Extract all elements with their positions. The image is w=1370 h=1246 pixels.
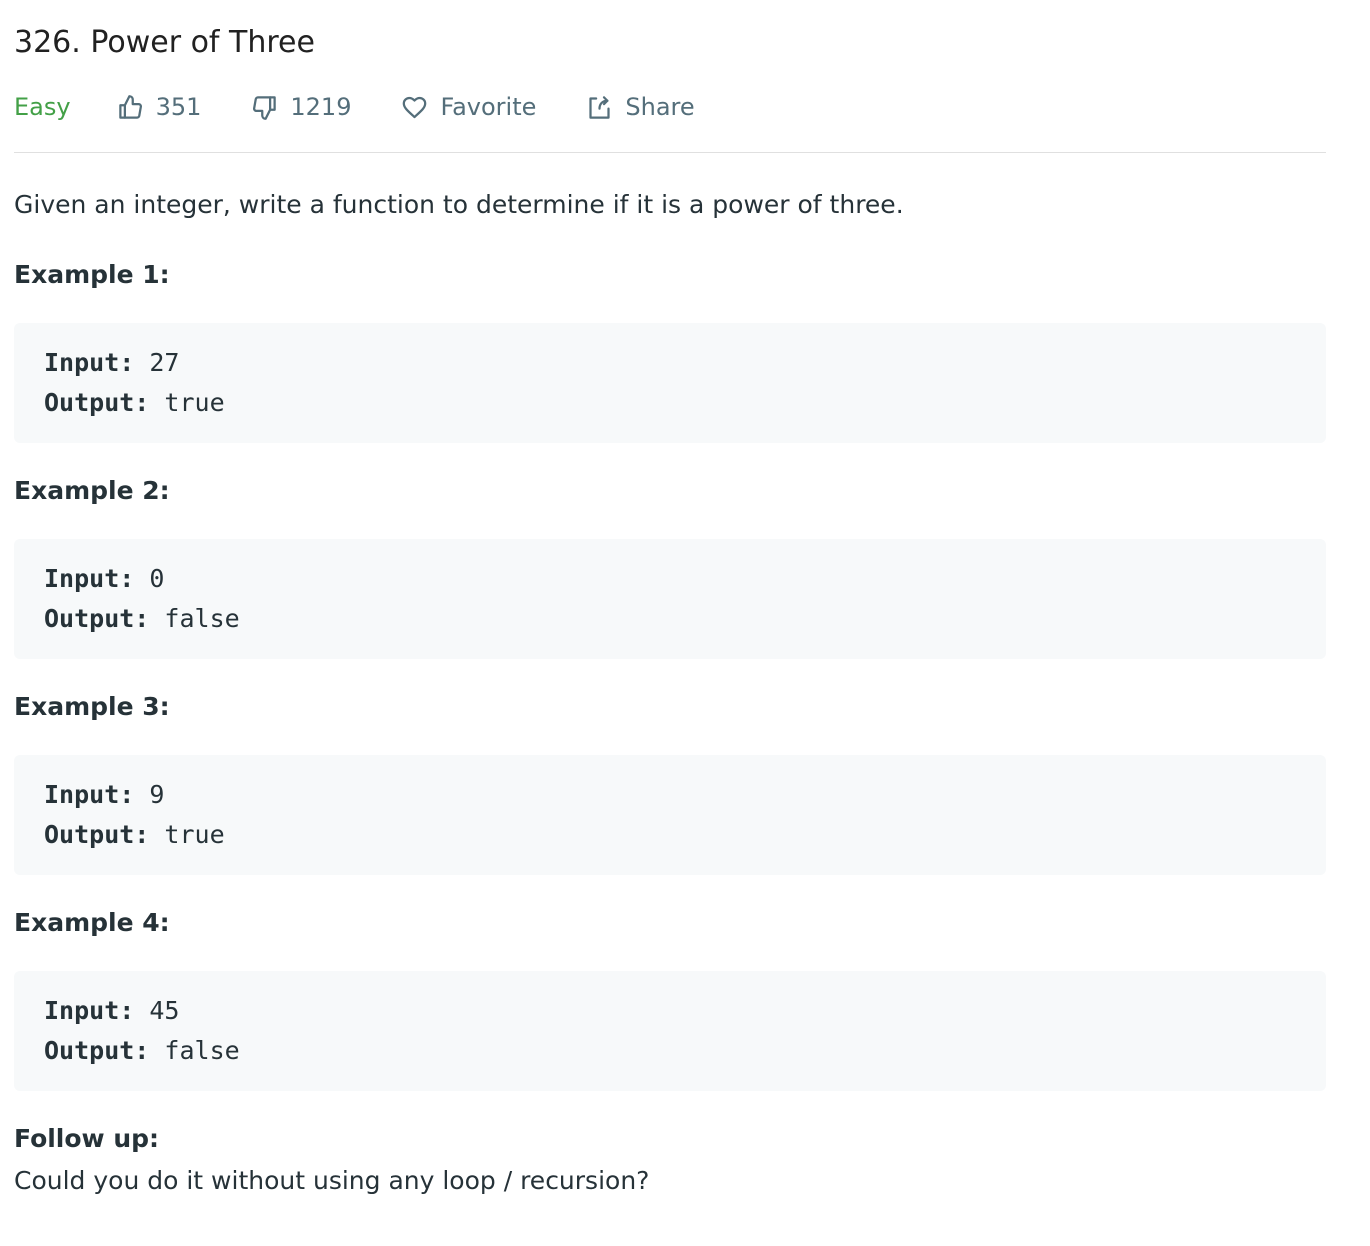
output-value: true [164,820,225,849]
input-label: Input: [44,348,135,377]
followup-text: Could you do it without using any loop /… [14,1166,650,1195]
difficulty-label: Easy [14,93,71,121]
example-heading: Example 1: [14,260,170,289]
favorite-label: Favorite [440,93,537,121]
output-value: false [164,1036,240,1065]
example-heading: Example 4: [14,908,170,937]
share-icon [589,95,610,119]
example-output-line: Output: false [44,1031,1296,1071]
example-input-line: Input: 45 [44,991,1296,1031]
output-value: true [164,388,225,417]
like-count: 351 [155,93,202,121]
input-value: 0 [149,564,165,593]
example-code-block: Input: 9 Output: true [14,755,1326,875]
example-code-block: Input: 0 Output: false [14,539,1326,659]
example-input-line: Input: 0 [44,559,1296,599]
example-output-line: Output: false [44,599,1296,639]
problem-description: Given an integer, write a function to de… [14,190,904,219]
output-label: Output: [44,820,150,849]
example-code-block: Input: 27 Output: true [14,323,1326,443]
example-code-block: Input: 45 Output: false [14,971,1326,1091]
problem-title: 326. Power of Three [14,25,315,60]
example-input-line: Input: 9 [44,775,1296,815]
thumbs-up-icon [118,94,142,119]
input-value: 9 [149,780,165,809]
followup-heading: Follow up: [14,1124,160,1153]
output-label: Output: [44,388,150,417]
input-value: 27 [149,348,180,377]
thumbs-down-icon [253,95,277,120]
like-button[interactable]: 351 [117,93,202,121]
dislike-count: 1219 [290,93,352,121]
output-value: false [164,604,240,633]
heart-icon [403,96,427,118]
input-label: Input: [44,996,135,1025]
example-input-line: Input: 27 [44,343,1296,383]
share-button[interactable]: Share [586,93,695,121]
output-label: Output: [44,1036,150,1065]
example-output-line: Output: true [44,815,1296,855]
dislike-button[interactable]: 1219 [251,93,351,121]
example-heading: Example 2: [14,476,170,505]
input-label: Input: [44,780,135,809]
problem-meta-bar: Easy 351 1219 Favorite Share [14,87,1326,127]
input-label: Input: [44,564,135,593]
problem-page: 326. Power of Three Easy 351 1219 Favori… [0,0,1370,1199]
example-output-line: Output: true [44,383,1296,423]
example-heading: Example 3: [14,692,170,721]
favorite-button[interactable]: Favorite [401,93,536,121]
share-label: Share [625,93,695,121]
output-label: Output: [44,604,150,633]
meta-divider [14,152,1326,153]
input-value: 45 [149,996,180,1025]
